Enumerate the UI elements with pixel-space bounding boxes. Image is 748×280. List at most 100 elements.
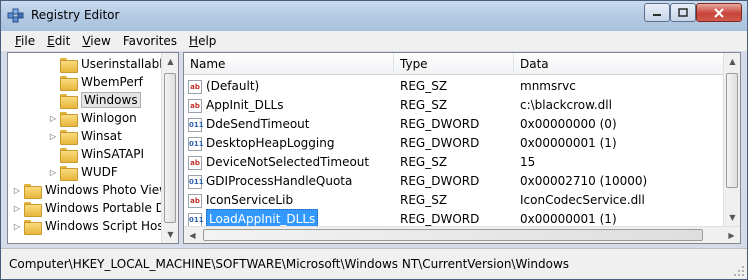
tree-item-label: Windows Script Host	[45, 219, 169, 233]
scroll-right-arrow-icon[interactable]: ▶	[723, 227, 740, 243]
resize-grip-icon[interactable]	[733, 265, 745, 277]
menu-file-label: ile	[21, 34, 36, 48]
table-row[interactable]: ab AppInit_DLLs REG_SZ c:\blackcrow.dll	[184, 96, 724, 115]
scroll-down-arrow-icon[interactable]: ▼	[162, 226, 178, 243]
tree-item[interactable]: WinSATAPI	[48, 145, 144, 163]
folder-icon	[60, 147, 78, 163]
value-data: IconCodecService.dll	[520, 193, 645, 207]
expand-arrow-icon[interactable]: ▷	[48, 132, 58, 141]
folder-icon	[24, 201, 42, 217]
value-type: REG_SZ	[400, 98, 448, 112]
expand-arrow-icon[interactable]: ▷	[48, 168, 58, 177]
scroll-down-arrow-icon[interactable]: ▼	[724, 209, 740, 226]
maximize-button[interactable]	[670, 3, 696, 22]
tree-item-label: WUDF	[81, 165, 118, 179]
value-name: (Default)	[206, 79, 260, 93]
scroll-thumb[interactable]	[203, 229, 703, 241]
folder-icon	[24, 183, 42, 199]
string-value-icon: ab	[188, 79, 202, 94]
tree-item-label: Windows	[81, 92, 141, 108]
registry-editor-window: Registry Editor File Edit View Favorites…	[0, 0, 748, 280]
value-data: mnmsrvc	[520, 79, 576, 93]
tree-item[interactable]: ▷ Windows Script Host	[12, 217, 168, 235]
status-bar: Computer\HKEY_LOCAL_MACHINE\SOFTWARE\Mic…	[1, 248, 747, 279]
minimize-icon	[653, 13, 661, 16]
tree-item[interactable]: WbemPerf	[48, 73, 143, 91]
value-data: 15	[520, 155, 536, 169]
expand-arrow-icon[interactable]: ▷	[12, 186, 22, 195]
tree-item[interactable]: ▷ Winlogon	[48, 109, 137, 127]
tree-item[interactable]: ▷ WUDF	[48, 163, 118, 181]
value-name: GDIProcessHandleQuota	[206, 174, 353, 188]
binary-value-icon: 011	[188, 174, 204, 189]
tree-item-label: WinSATAPI	[81, 147, 145, 161]
column-header-name[interactable]: Name	[184, 53, 394, 75]
menu-view-label: iew	[90, 34, 111, 48]
current-key-path: Computer\HKEY_LOCAL_MACHINE\SOFTWARE\Mic…	[9, 257, 570, 271]
expand-arrow-icon[interactable]: ▷	[48, 114, 58, 123]
table-row[interactable]: ab IconServiceLib REG_SZ IconCodecService…	[184, 191, 724, 210]
tree-item-label: Userinstallable.	[81, 57, 174, 71]
list-header: Name Type Data	[184, 53, 724, 75]
binary-value-icon: 011	[188, 136, 204, 151]
string-value-icon: ab	[188, 98, 202, 113]
folder-icon	[60, 93, 78, 109]
value-data: 0x00000000 (0)	[520, 117, 617, 131]
menu-help-accel: H	[189, 34, 199, 48]
list-vertical-scrollbar[interactable]: ▲ ▼	[723, 53, 740, 226]
tree-vertical-scrollbar[interactable]: ▲ ▼	[161, 53, 178, 243]
tree-item[interactable]: ▷ Windows Portable Dev	[12, 199, 178, 217]
tree-item-selected[interactable]: Windows	[48, 91, 141, 109]
list-horizontal-scrollbar[interactable]: ◀ ▶	[184, 226, 740, 243]
menu-file[interactable]: File	[9, 34, 41, 48]
column-header-data[interactable]: Data	[514, 53, 724, 75]
value-data: 0x00002710 (10000)	[520, 174, 648, 188]
table-row[interactable]: 011 DesktopHeapLogging REG_DWORD 0x000000…	[184, 134, 724, 153]
value-type: REG_SZ	[400, 155, 448, 169]
menu-bar: File Edit View Favorites Help	[1, 31, 747, 51]
table-row[interactable]: 011 GDIProcessHandleQuota REG_DWORD 0x000…	[184, 172, 724, 191]
value-name: AppInit_DLLs	[206, 98, 284, 112]
menu-favorites-label: Favorites	[122, 34, 178, 48]
menu-edit-accel: E	[47, 34, 55, 48]
binary-value-icon: 011	[188, 117, 204, 132]
value-type: REG_DWORD	[400, 117, 480, 131]
scroll-thumb[interactable]	[164, 73, 176, 223]
folder-icon	[60, 57, 78, 73]
tree-item[interactable]: Userinstallable.	[48, 55, 174, 73]
tree-item-label: Winsat	[81, 129, 122, 143]
title-bar[interactable]: Registry Editor	[1, 1, 747, 31]
value-name: DdeSendTimeout	[206, 117, 310, 131]
table-row[interactable]: ab DeviceNotSelectedTimeout REG_SZ 15	[184, 153, 724, 172]
value-data: c:\blackcrow.dll	[520, 98, 612, 112]
folder-icon	[24, 219, 42, 235]
tree-item-label: Winlogon	[81, 111, 137, 125]
scroll-up-arrow-icon[interactable]: ▲	[162, 53, 178, 70]
folder-icon	[60, 129, 78, 145]
value-type: REG_SZ	[400, 193, 448, 207]
folder-icon	[60, 75, 78, 91]
scroll-thumb[interactable]	[726, 73, 738, 188]
scroll-up-arrow-icon[interactable]: ▲	[724, 53, 740, 70]
tree-item[interactable]: ▷ Windows Photo Viewe	[12, 181, 176, 199]
expand-arrow-icon[interactable]: ▷	[12, 204, 22, 213]
registry-editor-icon	[7, 8, 24, 23]
registry-values-list[interactable]: Name Type Data ab (Default) REG_SZ mnmsrv…	[183, 52, 741, 244]
expand-arrow-icon[interactable]: ▷	[12, 222, 22, 231]
table-row[interactable]: ab (Default) REG_SZ mnmsrvc	[184, 77, 724, 96]
menu-edit[interactable]: Edit	[41, 34, 76, 48]
registry-key-tree[interactable]: Userinstallable. WbemPerf Windows ▷ Winl…	[7, 52, 179, 244]
scroll-left-arrow-icon[interactable]: ◀	[184, 227, 201, 243]
menu-help[interactable]: Help	[183, 34, 222, 48]
close-button[interactable]	[696, 3, 742, 22]
menu-favorites[interactable]: Favorites	[117, 34, 183, 48]
maximize-icon	[678, 8, 688, 17]
value-type: REG_SZ	[400, 79, 448, 93]
value-name: IconServiceLib	[206, 193, 294, 207]
minimize-button[interactable]	[644, 3, 670, 22]
menu-help-label: elp	[198, 34, 217, 48]
menu-view[interactable]: View	[76, 34, 116, 48]
tree-item[interactable]: ▷ Winsat	[48, 127, 122, 145]
column-header-type[interactable]: Type	[394, 53, 514, 75]
table-row[interactable]: 011 DdeSendTimeout REG_DWORD 0x00000000 (…	[184, 115, 724, 134]
